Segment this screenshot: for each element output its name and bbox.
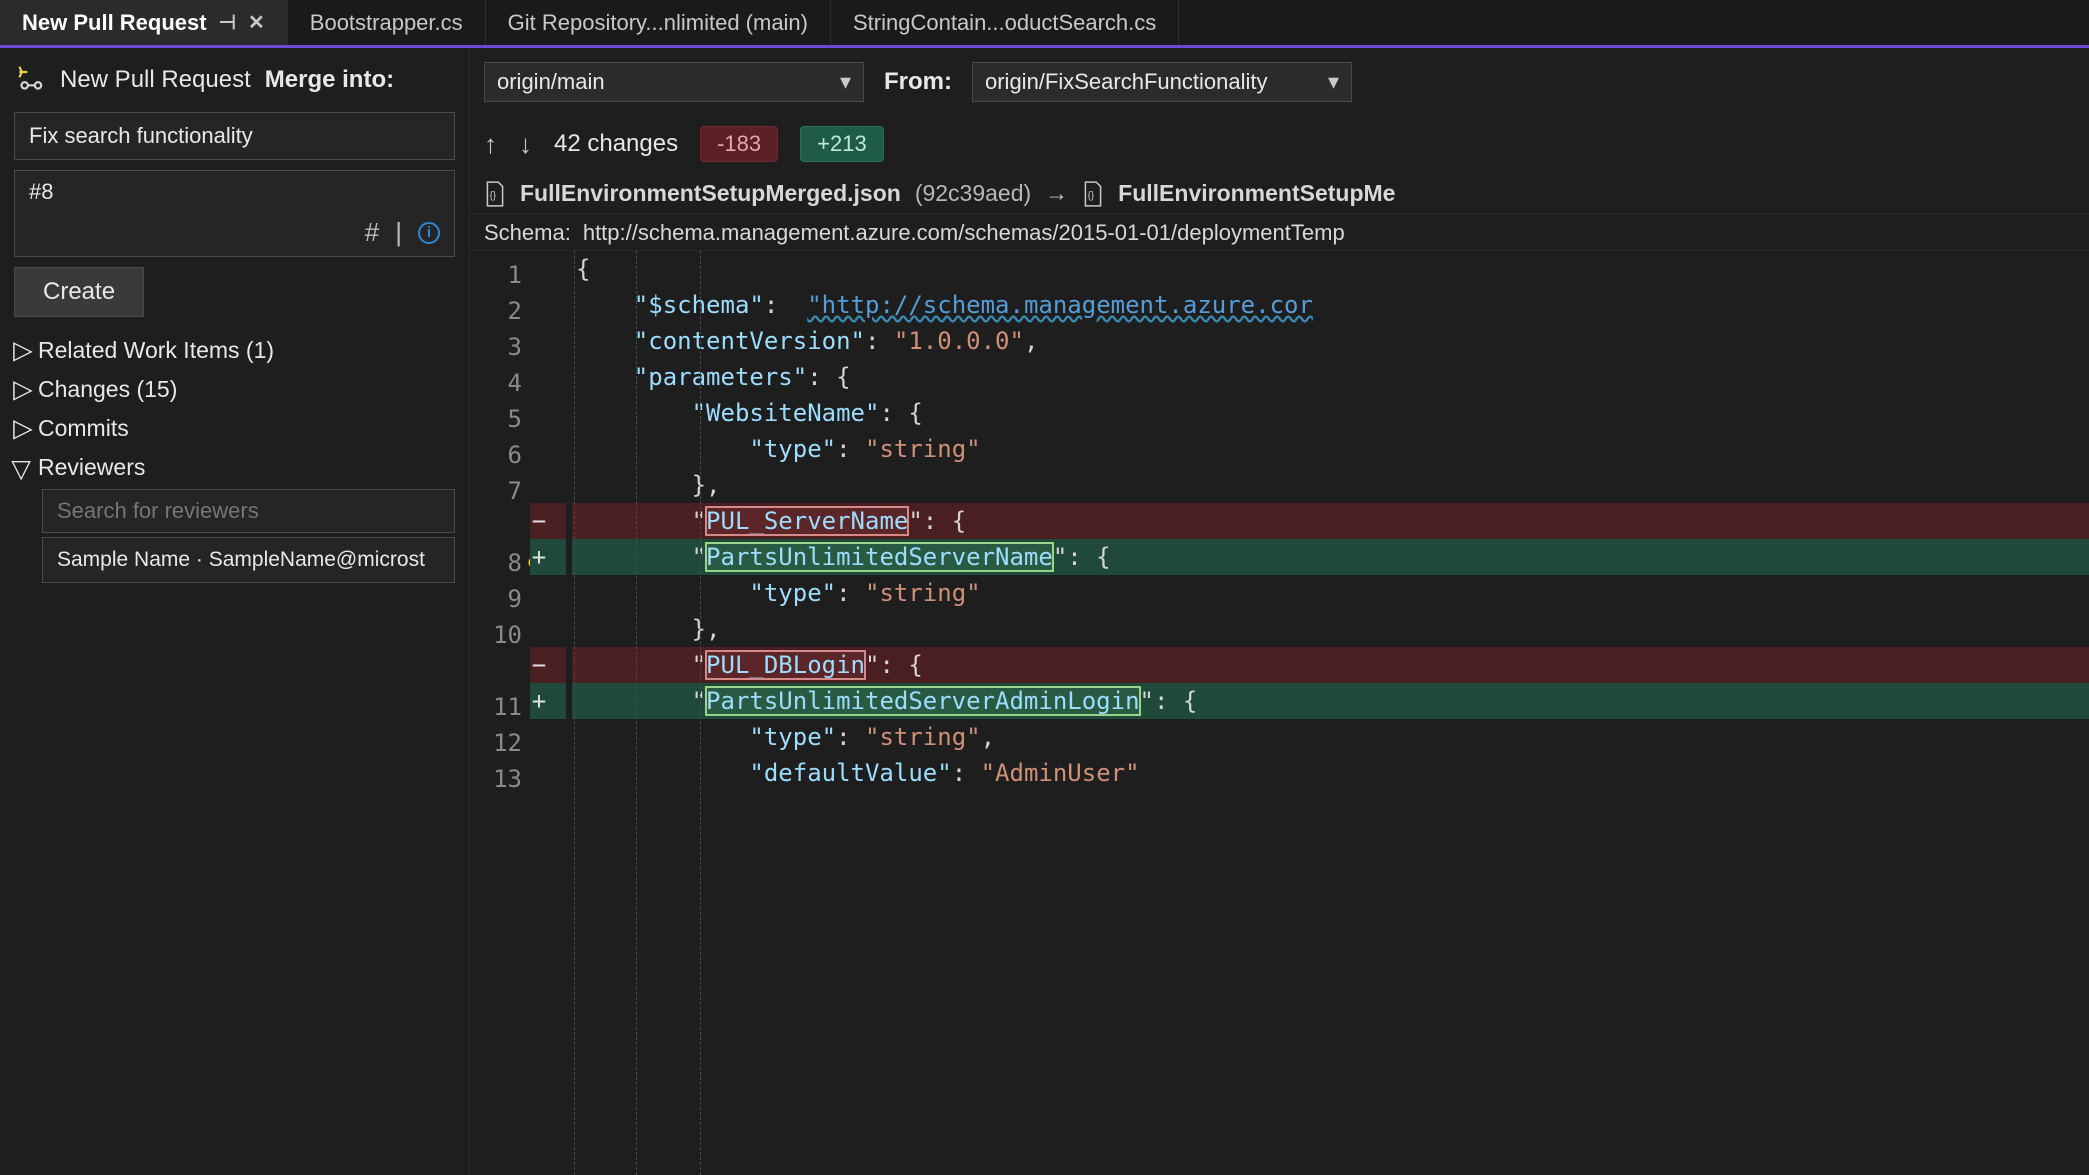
from-branch-select[interactable]: origin/FixSearchFunctionality ▾ — [972, 62, 1352, 102]
file-left-hash: (92c39aed) — [915, 180, 1031, 207]
linked-items-text: #8 — [15, 171, 454, 213]
pr-title-input[interactable] — [14, 112, 455, 160]
file-right-name: FullEnvironmentSetupMe — [1118, 180, 1395, 207]
chevron-right-icon: ▷ — [13, 375, 33, 405]
chevron-right-icon: ▷ — [13, 336, 33, 366]
close-icon[interactable]: ✕ — [248, 10, 265, 35]
deletions-badge: -183 — [700, 126, 778, 162]
new-pr-icon — [14, 64, 46, 96]
file-left-name: FullEnvironmentSetupMerged.json — [520, 180, 901, 207]
pr-description-input[interactable]: #8 # | i — [14, 170, 455, 257]
additions-badge: +213 — [800, 126, 884, 162]
merge-into-branch-select[interactable]: origin/main ▾ — [484, 62, 864, 102]
tab-strip: New Pull Request ⊣ ✕ Bootstrapper.cs Git… — [0, 0, 2089, 48]
chevron-down-icon: ▾ — [840, 69, 851, 95]
tab-label: New Pull Request — [22, 10, 207, 36]
pin-icon[interactable]: ⊣ — [219, 10, 236, 35]
json-file-icon: {} — [1082, 181, 1104, 207]
tree-reviewers[interactable]: ▷ Reviewers — [14, 450, 455, 485]
merge-into-label: Merge into: — [265, 66, 394, 94]
pr-form-pane: New Pull Request Merge into: #8 # | i Cr… — [0, 48, 470, 1175]
panel-title: New Pull Request — [60, 66, 251, 94]
tree-label: Reviewers — [38, 454, 145, 481]
branch-name: origin/FixSearchFunctionality — [985, 69, 1267, 95]
hash-icon[interactable]: # — [365, 217, 379, 248]
tab-label: Git Repository...nlimited (main) — [508, 10, 808, 36]
tree-label: Related Work Items (1) — [38, 337, 274, 364]
tree-label: Changes (15) — [38, 376, 177, 403]
diff-file-header: {} FullEnvironmentSetupMerged.json (92c3… — [470, 180, 2089, 213]
chevron-down-icon: ▾ — [1328, 69, 1339, 95]
chevron-right-icon: ▷ — [13, 414, 33, 444]
tab-label: StringContain...oductSearch.cs — [853, 10, 1156, 36]
info-icon[interactable]: i — [418, 222, 440, 244]
next-change-button[interactable]: ↓ — [519, 129, 532, 160]
tab-bootstrapper[interactable]: Bootstrapper.cs — [288, 0, 486, 45]
create-button[interactable]: Create — [14, 267, 144, 317]
tree-changes[interactable]: ▷ Changes (15) — [14, 372, 455, 407]
changes-count: 42 changes — [554, 130, 678, 158]
schema-value[interactable]: http://schema.management.azure.com/schem… — [583, 220, 1345, 246]
tree-label: Commits — [38, 415, 129, 442]
chevron-down-icon: ▷ — [8, 461, 38, 481]
tree-related-work-items[interactable]: ▷ Related Work Items (1) — [14, 333, 455, 368]
reviewer-search-input[interactable] — [42, 489, 455, 533]
diff-editor[interactable]: 1 2 3 4 5 6 7 8 💡 9 10 11 12 13 — [470, 251, 2089, 1175]
json-file-icon: {} — [484, 181, 506, 207]
svg-text:{}: {} — [490, 190, 497, 201]
pr-sections-tree: ▷ Related Work Items (1) ▷ Changes (15) … — [14, 327, 455, 583]
prev-change-button[interactable]: ↑ — [484, 129, 497, 160]
from-label: From: — [884, 68, 952, 96]
tab-new-pull-request[interactable]: New Pull Request ⊣ ✕ — [0, 0, 288, 45]
schema-label: Schema: — [484, 220, 571, 246]
tab-label: Bootstrapper.cs — [310, 10, 463, 36]
branch-name: origin/main — [497, 69, 605, 95]
reviewer-chip[interactable]: Sample Name · SampleName@microst — [42, 537, 455, 583]
tab-git-repository[interactable]: Git Repository...nlimited (main) — [486, 0, 831, 45]
svg-text:{}: {} — [1088, 190, 1095, 201]
diff-pane: origin/main ▾ From: origin/FixSearchFunc… — [470, 48, 2089, 1175]
tab-stringcontain[interactable]: StringContain...oductSearch.cs — [831, 0, 1179, 45]
arrow-right-icon: → — [1045, 180, 1068, 207]
code-body[interactable]: { "$schema": "http://schema.management.a… — [572, 251, 2089, 1175]
tree-commits[interactable]: ▷ Commits — [14, 411, 455, 446]
pipe-separator: | — [395, 217, 402, 248]
diff-sign-gutter: − + − + — [530, 251, 566, 1175]
line-number-gutter: 1 2 3 4 5 6 7 8 💡 9 10 11 12 13 — [470, 251, 530, 1175]
